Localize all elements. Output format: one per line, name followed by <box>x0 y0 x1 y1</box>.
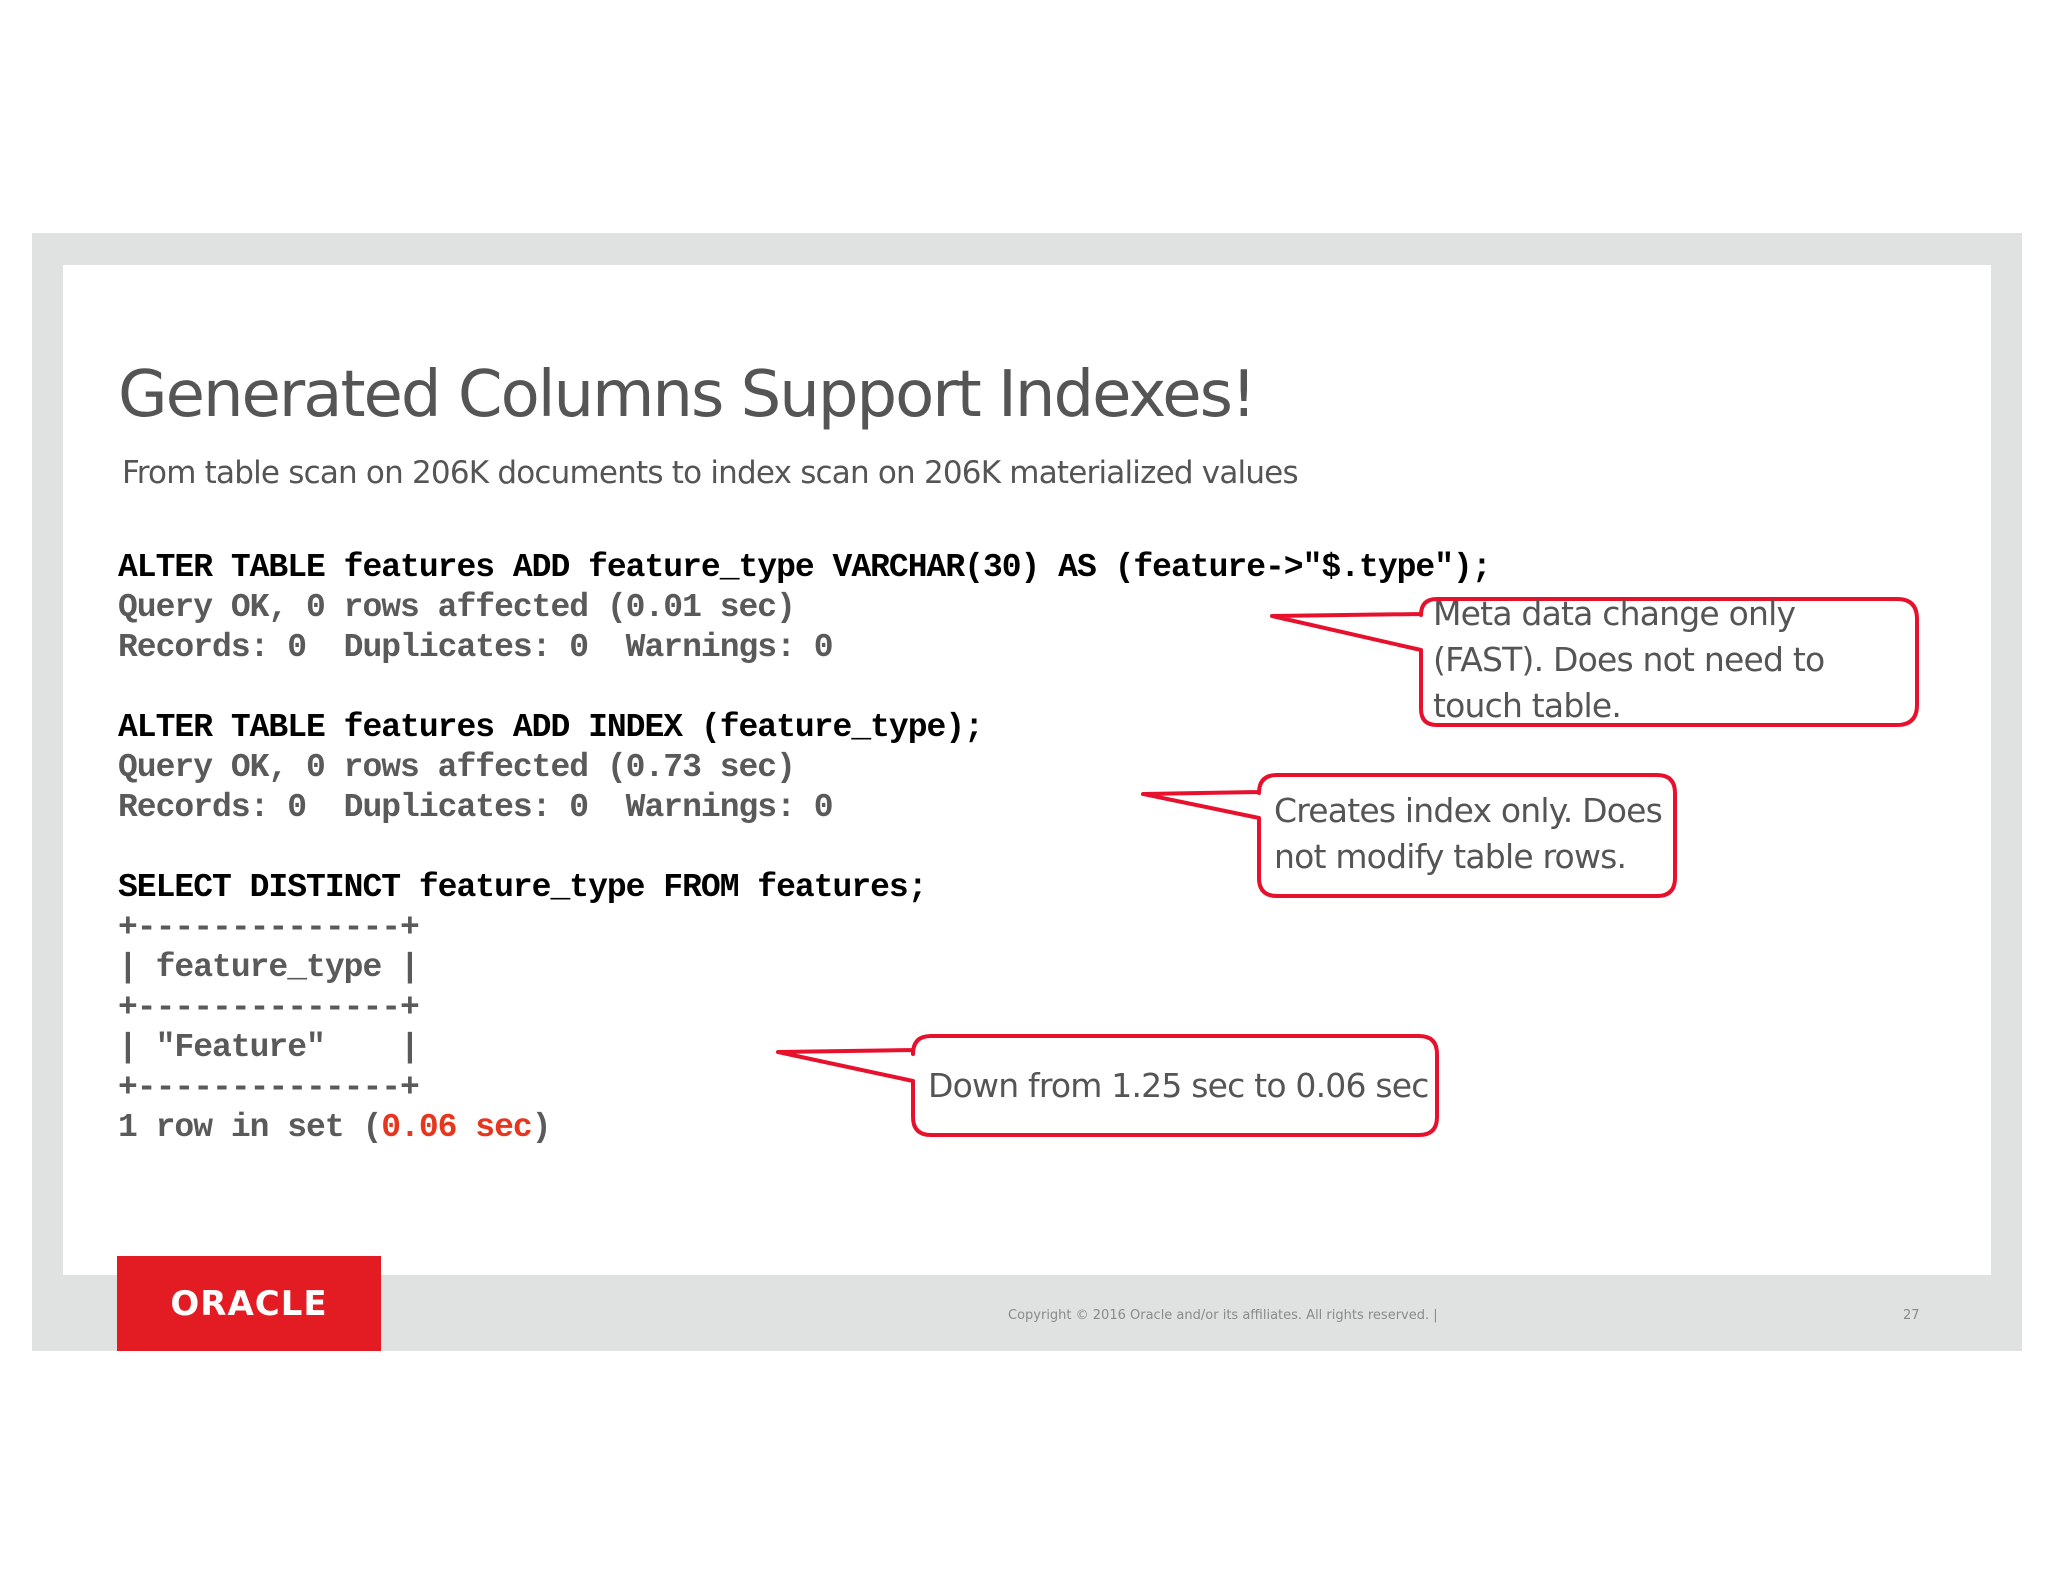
callout-index-line: Creates index only. Does <box>1274 791 1663 830</box>
callout-index-line: not modify table rows. <box>1274 837 1627 876</box>
callout-time-line: Down from 1.25 sec to 0.06 sec <box>928 1066 1429 1105</box>
callout-index-text: Creates index only. Does not modify tabl… <box>1274 788 1663 880</box>
page-number: 27 <box>1903 1308 1920 1323</box>
callout-time-text: Down from 1.25 sec to 0.06 sec <box>928 1063 1429 1109</box>
oracle-logo-text: ORACLE <box>170 1283 328 1324</box>
oracle-logo: ORACLE <box>117 1256 381 1351</box>
copyright-notice: Copyright © 2016 Oracle and/or its affil… <box>1008 1308 1438 1323</box>
callout-meta-line: (FAST). Does not need to <box>1433 640 1825 679</box>
callout-meta-line: touch table. <box>1433 686 1622 725</box>
callout-meta-text: Meta data change only (FAST). Does not n… <box>1433 591 1825 729</box>
callout-meta-line: Meta data change only <box>1433 594 1796 633</box>
